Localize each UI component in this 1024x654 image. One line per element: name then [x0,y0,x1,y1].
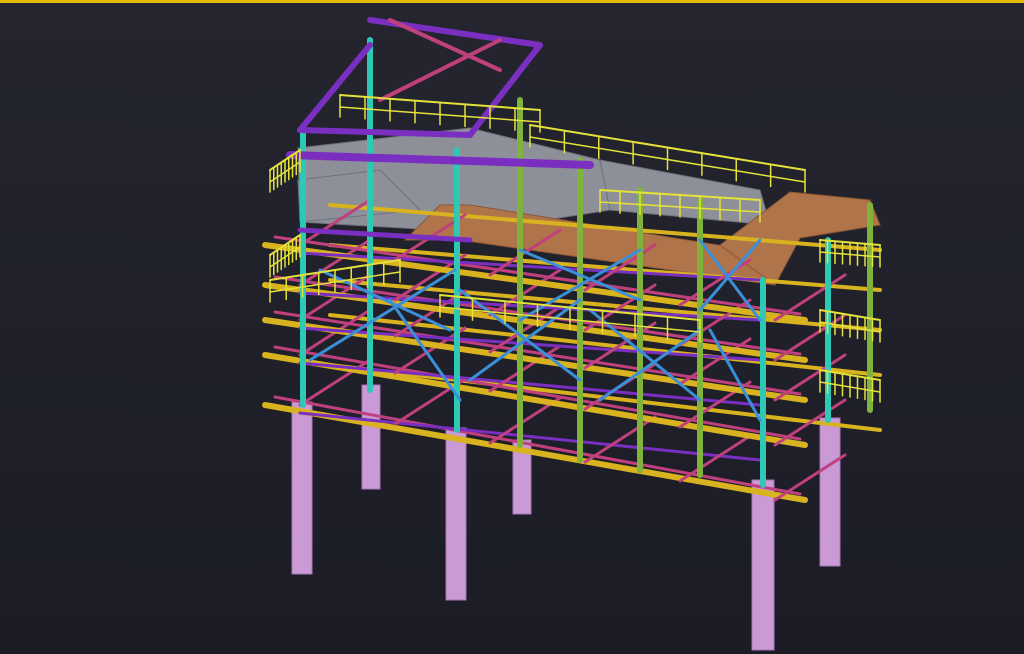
pedestal-6 [819,417,841,567]
steel-structure-model[interactable] [0,0,1024,654]
transverse-level-1-3 [583,415,657,464]
pedestal-5 [751,479,775,651]
pedestal-2 [361,384,381,490]
roof-beam-left [297,42,373,133]
roof-brace-1 [388,18,502,72]
3d-model-viewport[interactable] [0,0,1024,654]
pedestal-1 [291,401,313,575]
pedestal-3 [445,427,467,601]
roof-brace-2 [378,38,502,102]
